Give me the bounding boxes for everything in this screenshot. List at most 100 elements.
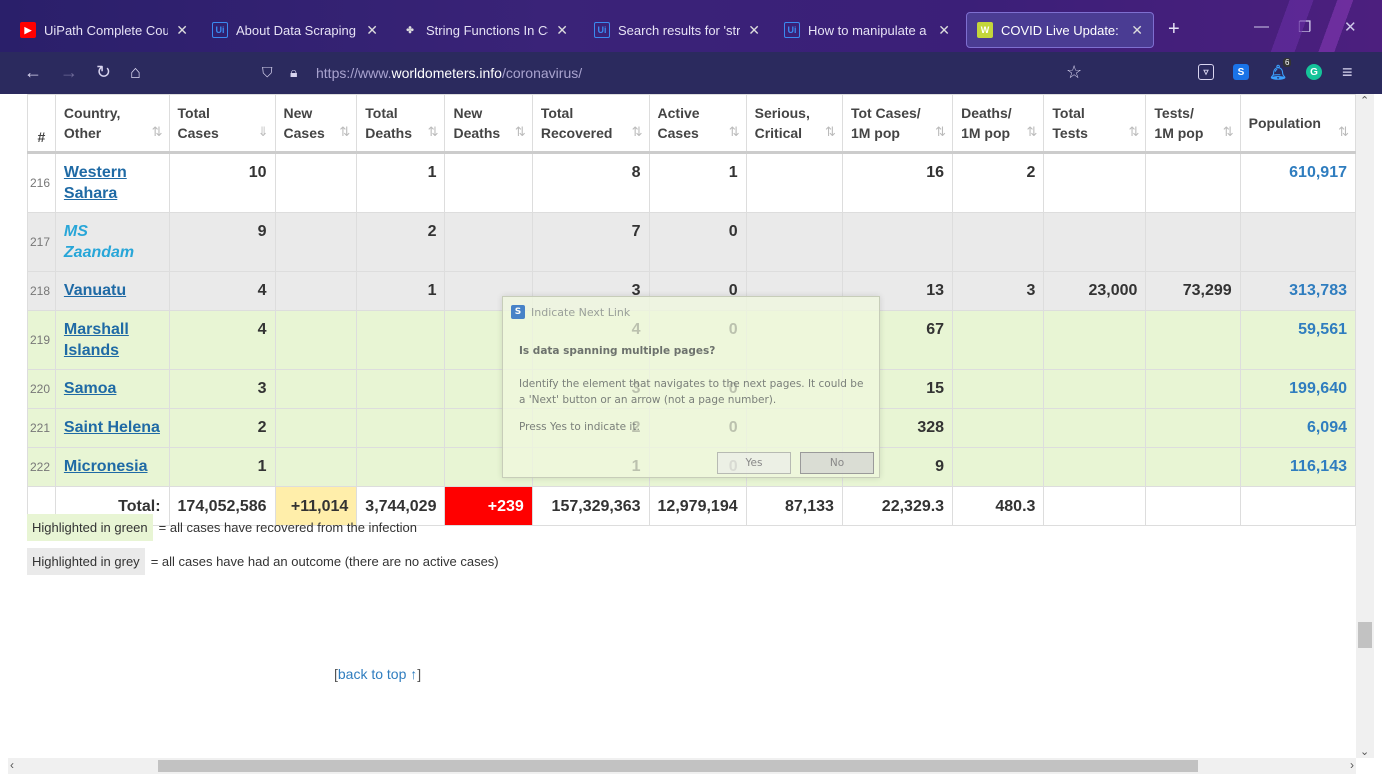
forward-icon[interactable]: → — [60, 62, 78, 83]
column-header[interactable]: Tot Cases/1M pop ⇅ — [841, 94, 954, 154]
grammarly-icon[interactable]: G — [1306, 64, 1322, 80]
column-header[interactable]: New Cases ⇅ — [274, 94, 358, 154]
column-header[interactable]: Serious, Critical ⇅ — [745, 94, 843, 154]
close-tab-icon[interactable]: ✕ — [556, 22, 568, 39]
minimize-icon[interactable]: — — [1254, 18, 1269, 35]
sort-icon[interactable]: ⇅ — [428, 122, 439, 142]
column-header[interactable]: Deaths/1M pop ⇅ — [952, 94, 1045, 154]
url-text[interactable]: https://www.worldometers.info/coronaviru… — [316, 65, 582, 81]
address-bar[interactable]: ⛉ 🔒︎ https://www.worldometers.info/coron… — [256, 56, 1096, 90]
cell-total-deaths: 1 — [356, 271, 446, 311]
country-link[interactable]: Micronesia — [64, 458, 148, 475]
column-header-line1: Total — [540, 105, 574, 121]
column-header[interactable]: New Deaths ⇅ — [444, 94, 533, 154]
scroll-left-icon[interactable]: ‹ — [10, 758, 14, 772]
vertical-scroll-thumb[interactable] — [1358, 622, 1372, 648]
total-deaths-1m: 480.3 — [952, 486, 1045, 526]
cell-total-cases: 4 — [168, 310, 276, 370]
column-header-line2: Cases — [177, 125, 219, 141]
tab-manipulate[interactable]: Ui How to manipulate a part ✕ — [774, 12, 960, 48]
cell-total-deaths: 2 — [356, 212, 446, 272]
indicate-next-link-dialog: S Indicate Next Link Is data spanning mu… — [502, 296, 880, 478]
worldometers-icon: W — [977, 22, 993, 38]
reload-icon[interactable]: ↻ — [96, 62, 111, 83]
legend-green-label: Highlighted in green — [27, 514, 153, 541]
no-button[interactable]: No — [800, 452, 874, 474]
country-link[interactable]: Marshall Islands — [64, 321, 129, 359]
column-header[interactable]: Total Cases ⇓ — [168, 94, 276, 154]
close-window-icon[interactable]: ✕ — [1344, 18, 1357, 36]
column-header[interactable]: Tests/1M pop ⇅ — [1145, 94, 1241, 154]
country-link[interactable]: Western Sahara — [64, 164, 127, 202]
horizontal-scroll-thumb[interactable] — [158, 760, 1198, 772]
cell-recovered: 8 — [531, 152, 650, 213]
column-header[interactable]: Population ⇅ — [1239, 94, 1356, 154]
close-tab-icon[interactable]: ✕ — [938, 22, 950, 39]
sort-icon[interactable]: ⇅ — [515, 122, 526, 142]
tab-data-scraping[interactable]: Ui About Data Scraping ✕ — [202, 12, 388, 48]
sort-icon[interactable]: ⇅ — [1129, 122, 1140, 142]
lock-icon[interactable]: 🔒︎ — [290, 64, 297, 81]
sort-icon[interactable]: ⇅ — [825, 122, 836, 142]
home-icon[interactable]: ⌂ — [130, 62, 141, 83]
back-icon[interactable]: ← — [24, 62, 42, 83]
shield-icon[interactable]: ⛉ — [262, 64, 273, 81]
yes-button[interactable]: Yes — [717, 452, 791, 474]
cell-tests-1m — [1145, 152, 1241, 213]
column-header[interactable]: Active Cases ⇅ — [648, 94, 747, 154]
cell-total-cases: 3 — [168, 369, 276, 409]
cell-tests-1m: 73,299 — [1145, 271, 1241, 311]
sort-icon[interactable]: ⇅ — [339, 122, 350, 142]
restore-icon[interactable]: ❐ — [1298, 18, 1311, 36]
cell-total-deaths — [356, 310, 446, 370]
sort-icon[interactable]: ⇅ — [632, 122, 643, 142]
cell-active: 0 — [648, 212, 747, 272]
scroll-up-icon[interactable]: ⌃ — [1360, 94, 1369, 107]
close-tab-icon[interactable]: ✕ — [176, 22, 188, 39]
close-tab-icon[interactable]: ✕ — [1131, 22, 1143, 39]
country-link[interactable]: Vanuatu — [64, 282, 126, 299]
country-link[interactable]: Samoa — [64, 380, 116, 397]
sort-icon[interactable]: ⇓ — [258, 122, 269, 142]
column-header-line1: Total — [365, 105, 398, 121]
tab-string-functions[interactable]: ✤ String Functions In C# ✕ — [392, 12, 578, 48]
tab-search-results[interactable]: Ui Search results for 'string f ✕ — [584, 12, 770, 48]
cell-cases-1m: 16 — [841, 152, 954, 213]
country-link[interactable]: Saint Helena — [64, 419, 160, 436]
column-header[interactable]: Total Deaths ⇅ — [356, 94, 446, 154]
legend-green-text: = all cases have recovered from the infe… — [158, 520, 417, 535]
sort-icon[interactable]: ⇅ — [1027, 122, 1038, 142]
sort-icon[interactable]: ⇅ — [152, 122, 163, 142]
bookmark-star-icon[interactable]: ☆ — [1066, 62, 1082, 83]
close-tab-icon[interactable]: ✕ — [748, 22, 760, 39]
horizontal-scrollbar[interactable]: ‹ › — [8, 758, 1356, 774]
scroll-right-icon[interactable]: › — [1350, 758, 1354, 772]
scroll-down-icon[interactable]: ⌄ — [1360, 745, 1369, 758]
tab-uipath-course[interactable]: ▶ UiPath Complete Course ✕ — [10, 12, 198, 48]
column-header[interactable]: Total Recovered ⇅ — [531, 94, 650, 154]
sort-icon[interactable]: ⇅ — [1223, 122, 1234, 142]
tab-title: How to manipulate a part — [808, 22, 930, 38]
country-link[interactable]: MS Zaandam — [64, 223, 134, 261]
sort-icon[interactable]: ⇅ — [935, 122, 946, 142]
column-header-line2: Critical — [754, 125, 803, 141]
cell-critical — [745, 152, 843, 213]
column-header[interactable]: Total Tests ⇅ — [1043, 94, 1147, 154]
extension-s-icon[interactable]: S — [1233, 64, 1249, 80]
tab-covid-live[interactable]: W COVID Live Update: 174,0 ✕ — [966, 12, 1154, 48]
sort-icon[interactable]: ⇅ — [1338, 122, 1349, 142]
cell-cases-1m — [841, 212, 954, 272]
close-tab-icon[interactable]: ✕ — [366, 22, 378, 39]
pocket-icon[interactable]: ▿ — [1198, 64, 1214, 80]
puzzle-icon: ✤ — [406, 24, 414, 35]
column-header[interactable]: Country, Other ⇅ — [54, 94, 170, 154]
back-to-top-link[interactable]: back to top ↑ — [338, 666, 417, 682]
menu-icon[interactable]: ≡ — [1342, 62, 1353, 83]
sort-icon[interactable]: ⇅ — [729, 122, 740, 142]
new-tab-icon[interactable]: + — [1168, 18, 1180, 41]
cell-total-cases: 9 — [168, 212, 276, 272]
vertical-scrollbar[interactable]: ⌃ ⌄ — [1356, 94, 1374, 758]
country-cell: MS Zaandam — [54, 212, 170, 272]
column-header-line1: Active — [657, 105, 700, 121]
notification-badge: 6 — [1283, 58, 1292, 67]
